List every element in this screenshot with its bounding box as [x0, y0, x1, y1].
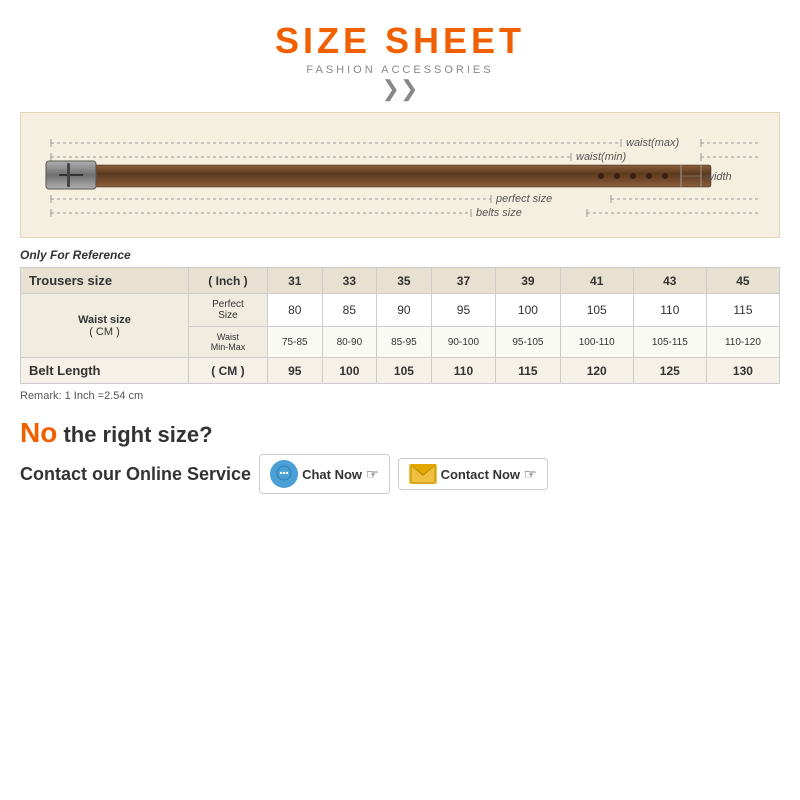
size-31: 31 — [268, 268, 323, 294]
belt-105: 105 — [377, 358, 432, 384]
waist-100-110: 100-110 — [560, 327, 633, 358]
perfect-100: 100 — [496, 294, 560, 327]
belt-diagram: waist(max) waist(min) — [20, 112, 780, 238]
waist-minmax-label: WaistMin-Max — [188, 327, 267, 358]
perfect-90: 90 — [377, 294, 432, 327]
svg-text:waist(max): waist(max) — [626, 137, 680, 149]
subtitle: FASHION ACCESSORIES — [275, 64, 525, 76]
chat-bubble-icon — [275, 465, 293, 483]
hand2-icon: ☞ — [524, 466, 537, 483]
belt-100: 100 — [322, 358, 377, 384]
chat-now-button[interactable]: Chat Now ☞ — [259, 454, 390, 494]
perfect-size-row: Waist size( CM ) PerfectSize 80 85 90 95… — [21, 294, 780, 327]
size-39: 39 — [496, 268, 560, 294]
inch-header: ( Inch ) — [188, 268, 267, 294]
svg-text:perfect size: perfect size — [495, 193, 552, 205]
belt-120: 120 — [560, 358, 633, 384]
contact-now-button[interactable]: Contact Now ☞ — [398, 458, 548, 490]
belt-125: 125 — [633, 358, 706, 384]
perfect-105: 105 — [560, 294, 633, 327]
perfect-80: 80 — [268, 294, 323, 327]
right-size-text: the right size? — [57, 422, 212, 447]
size-33: 33 — [322, 268, 377, 294]
svg-text:width: width — [706, 171, 732, 183]
size-37: 37 — [431, 268, 495, 294]
belt-length-label: Belt Length — [21, 358, 189, 384]
perfect-110: 110 — [633, 294, 706, 327]
main-title: SIZE SHEET — [275, 20, 525, 62]
no-size-section: No the right size? Contact our Online Se… — [20, 417, 548, 494]
perfect-115: 115 — [706, 294, 779, 327]
title-section: SIZE SHEET FASHION ACCESSORIES ❯❯ — [275, 20, 525, 100]
chat-icon — [270, 460, 298, 488]
double-chevron-icon: ❯❯ — [275, 78, 525, 100]
svg-text:belts size: belts size — [476, 207, 522, 219]
svg-text:waist(min): waist(min) — [576, 151, 626, 163]
waist-90-100: 90-100 — [431, 327, 495, 358]
belt-130: 130 — [706, 358, 779, 384]
contact-label: Contact our Online Service — [20, 464, 251, 485]
no-size-title: No the right size? — [20, 417, 548, 449]
envelope-icon — [410, 464, 436, 484]
size-35: 35 — [377, 268, 432, 294]
contact-now-label: Contact Now — [441, 467, 520, 482]
belt-diagram-svg: waist(max) waist(min) — [41, 127, 761, 222]
waist-105-115: 105-115 — [633, 327, 706, 358]
size-45: 45 — [706, 268, 779, 294]
mail-icon — [409, 464, 437, 484]
perfect-85: 85 — [322, 294, 377, 327]
trousers-size-header: Trousers size — [21, 268, 189, 294]
waist-80-90: 80-90 — [322, 327, 377, 358]
belt-115: 115 — [496, 358, 560, 384]
reference-label: Only For Reference — [20, 248, 131, 262]
belt-cm-label: ( CM ) — [188, 358, 267, 384]
waist-95-105: 95-105 — [496, 327, 560, 358]
waist-110-120: 110-120 — [706, 327, 779, 358]
size-41: 41 — [560, 268, 633, 294]
perfect-size-label: PerfectSize — [188, 294, 267, 327]
perfect-95: 95 — [431, 294, 495, 327]
remark: Remark: 1 Inch =2.54 cm — [20, 390, 143, 402]
belt-length-row: Belt Length ( CM ) 95 100 105 110 115 12… — [21, 358, 780, 384]
chat-now-label: Chat Now — [302, 467, 362, 482]
size-table: Trousers size ( Inch ) 31 33 35 37 39 41… — [20, 267, 780, 384]
contact-section: Contact our Online Service Chat Now ☞ — [20, 454, 548, 494]
waist-size-label: Waist size( CM ) — [21, 294, 189, 358]
waist-85-95: 85-95 — [377, 327, 432, 358]
belt-110: 110 — [431, 358, 495, 384]
waist-75-85: 75-85 — [268, 327, 323, 358]
size-43: 43 — [633, 268, 706, 294]
no-text: No — [20, 417, 57, 448]
belt-95: 95 — [268, 358, 323, 384]
hand-icon: ☞ — [366, 466, 379, 483]
